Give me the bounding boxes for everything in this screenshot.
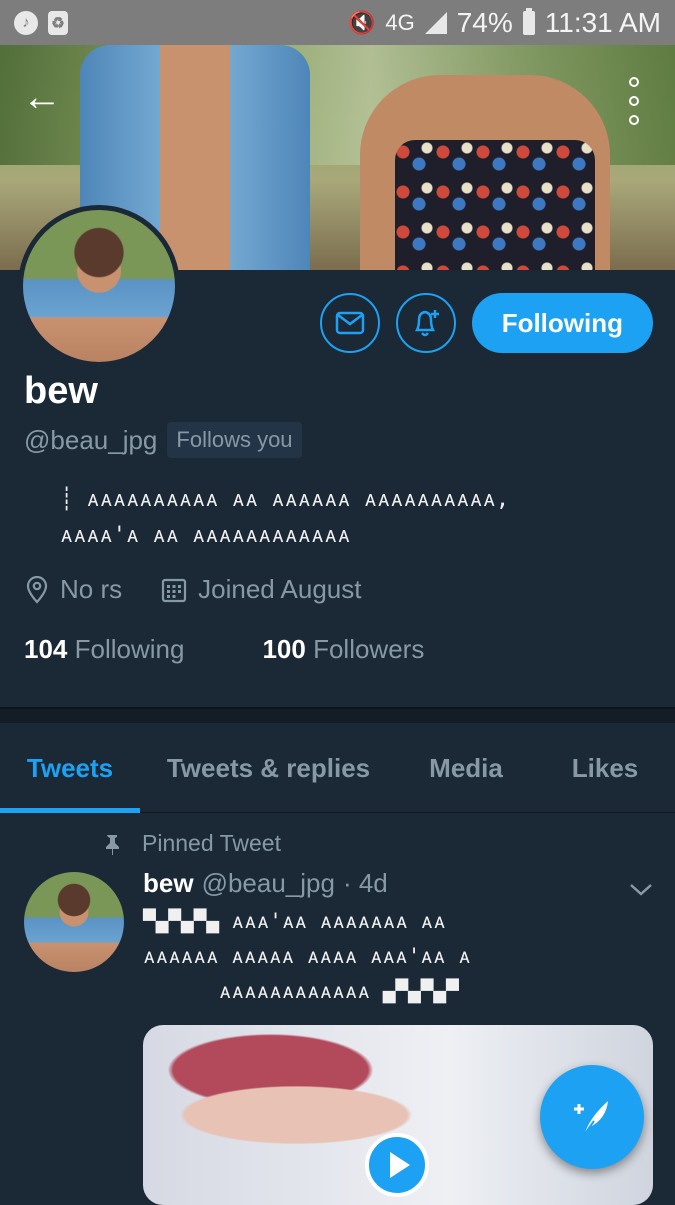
pinned-label: Pinned Tweet <box>142 830 281 856</box>
followers-label: Followers <box>313 634 425 664</box>
location-text: No rs <box>60 574 123 604</box>
tab-likes[interactable]: Likes <box>535 723 675 813</box>
message-button[interactable] <box>319 293 380 353</box>
compose-feather-icon <box>574 1101 608 1136</box>
section-divider <box>0 707 675 723</box>
bio-line: ┊ ᴀᴀᴀᴀᴀᴀᴀᴀᴀᴀ ᴀᴀ ᴀᴀᴀᴀᴀᴀ ᴀᴀᴀᴀᴀᴀᴀᴀᴀᴀ, <box>60 487 510 512</box>
tweet-time: · 4d <box>342 868 388 898</box>
envelope-icon <box>335 311 364 335</box>
clock: 11:31 AM <box>544 6 661 38</box>
battery-icon <box>522 7 535 35</box>
tweet-author-avatar[interactable] <box>24 872 124 972</box>
followers-stat[interactable]: 100 Followers <box>262 634 424 665</box>
profile-name: bew <box>24 370 98 412</box>
profile-stats: 104 Following 100 Followers <box>24 634 424 665</box>
follows-you-badge: Follows you <box>167 422 302 458</box>
followers-count: 100 <box>262 634 306 664</box>
following-button[interactable]: Following <box>471 293 653 353</box>
status-bar: ♪ ♻ 🔇 4G 74% 11:31 AM <box>0 0 675 45</box>
music-icon: ♪ <box>14 10 38 35</box>
compose-tweet-button[interactable] <box>540 1065 644 1169</box>
pinned-indicator: Pinned Tweet <box>102 830 281 857</box>
tab-tweets-replies[interactable]: Tweets & replies <box>140 723 397 813</box>
tweet-author-name[interactable]: bew <box>143 868 194 899</box>
battery-percent: 74% <box>456 6 513 38</box>
profile-handle: @beau_jpg <box>24 424 158 455</box>
tweet-line: ᴀᴀᴀᴀᴀᴀᴀᴀᴀᴀᴀᴀ ▄▀▄▀▄▀ <box>143 979 459 1003</box>
profile-avatar[interactable] <box>18 205 180 367</box>
tweet-line: ᴀᴀᴀᴀᴀᴀ ᴀᴀᴀᴀᴀ ᴀᴀᴀᴀ ᴀᴀᴀ'ᴀᴀ ᴀ <box>143 944 471 968</box>
tweet-author-handle: @beau_jpg <box>201 868 335 898</box>
chevron-down-icon[interactable] <box>629 876 653 904</box>
tab-tweets[interactable]: Tweets <box>0 723 140 813</box>
profile-meta: No rs Joined August <box>24 574 361 605</box>
pin-icon <box>106 834 119 855</box>
calendar-icon <box>162 578 187 602</box>
bio-line: ᴀᴀᴀᴀ'ᴀ ᴀᴀ ᴀᴀᴀᴀᴀᴀᴀᴀᴀᴀᴀᴀ <box>60 523 351 548</box>
bell-plus-icon <box>414 310 439 337</box>
signal-icon <box>424 11 447 34</box>
joined-text: Joined August <box>198 574 362 604</box>
more-options-icon[interactable] <box>627 77 641 125</box>
notifications-button[interactable] <box>395 293 456 353</box>
tab-media[interactable]: Media <box>397 723 535 813</box>
location-pin-icon <box>26 575 48 604</box>
tweet-line: ▀▄▀▄▀▄ ᴀᴀᴀ'ᴀᴀ ᴀᴀᴀᴀᴀᴀᴀ ᴀᴀ <box>143 909 446 933</box>
following-count: 104 <box>24 634 68 664</box>
mute-icon: 🔇 <box>347 9 376 35</box>
profile-tabs: Tweets Tweets & replies Media Likes <box>0 723 675 813</box>
following-stat[interactable]: 104 Following <box>24 634 184 665</box>
tweet-header: bew @beau_jpg · 4d <box>143 868 388 899</box>
tweet-text: ▀▄▀▄▀▄ ᴀᴀᴀ'ᴀᴀ ᴀᴀᴀᴀᴀᴀᴀ ᴀᴀ ᴀᴀᴀᴀᴀᴀ ᴀᴀᴀᴀᴀ ᴀᴀᴀ… <box>143 904 633 1009</box>
play-icon[interactable] <box>365 1133 429 1197</box>
handle-row: @beau_jpg Follows you <box>24 422 302 458</box>
network-type: 4G <box>385 9 415 35</box>
profile-actions: Following <box>319 293 653 353</box>
back-arrow-icon[interactable]: ← <box>22 77 70 117</box>
following-label: Following <box>74 634 185 664</box>
profile-bio: ┊ ᴀᴀᴀᴀᴀᴀᴀᴀᴀᴀ ᴀᴀ ᴀᴀᴀᴀᴀᴀ ᴀᴀᴀᴀᴀᴀᴀᴀᴀᴀ, ᴀᴀᴀᴀ'ᴀ… <box>60 482 620 554</box>
recycle-icon: ♻ <box>48 10 68 35</box>
